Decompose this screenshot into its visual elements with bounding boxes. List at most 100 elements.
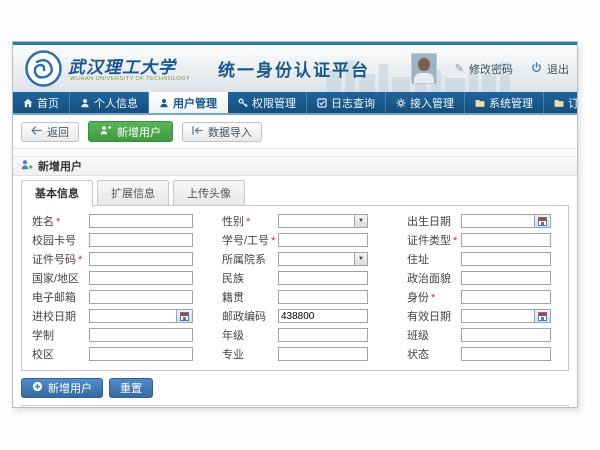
nav-item-system-management[interactable]: 系统管理 bbox=[465, 92, 544, 113]
add-user-section-icon bbox=[21, 159, 33, 173]
field-id-type: 证件类型* bbox=[407, 232, 562, 248]
id-number-input[interactable] bbox=[89, 252, 193, 266]
campus-input[interactable] bbox=[89, 347, 193, 361]
address-input[interactable] bbox=[461, 252, 551, 266]
valid-date-input[interactable] bbox=[462, 310, 534, 322]
nav-item-profile[interactable]: 个人信息 bbox=[70, 92, 149, 113]
required-asterisk: * bbox=[56, 216, 60, 228]
header: 武汉理工大学 WUHAN UNIVERSITY OF TECHNOLOGY 统一… bbox=[13, 45, 577, 92]
field-birth-date: 出生日期 bbox=[407, 213, 562, 229]
field-label: 姓名* bbox=[32, 213, 89, 229]
data-import-button[interactable]: 数据导入 bbox=[182, 122, 262, 142]
back-button[interactable]: 返回 bbox=[21, 122, 79, 142]
country-region-input[interactable] bbox=[89, 271, 193, 285]
field-id-number: 证件号码* bbox=[32, 251, 222, 267]
column-header-gender: 性别 bbox=[172, 406, 262, 409]
major-input[interactable] bbox=[278, 347, 368, 361]
nav-item-label: 用户管理 bbox=[173, 95, 217, 111]
name-input[interactable] bbox=[89, 214, 193, 228]
nav-item-subscription-management[interactable]: 订阅管理 bbox=[544, 92, 578, 113]
class-input[interactable] bbox=[461, 328, 551, 342]
change-password-link[interactable]: 修改密码 bbox=[469, 61, 513, 77]
field-label: 有效日期 bbox=[407, 308, 461, 324]
basic-info-form: 姓名* 性别* ▼ 出生日期 校园卡号 学号/工号* bbox=[21, 206, 569, 371]
required-asterisk: * bbox=[78, 254, 82, 266]
field-label: 籍贯 bbox=[222, 289, 278, 305]
form-row: 电子邮箱 籍贯 身份* bbox=[32, 289, 562, 305]
column-header-department: 所属院系 bbox=[328, 406, 540, 409]
field-name: 姓名* bbox=[32, 213, 222, 229]
add-user-toolbar-button[interactable]: 新增用户 bbox=[88, 121, 173, 142]
required-asterisk: * bbox=[453, 235, 457, 247]
field-political-status: 政治面貌 bbox=[407, 270, 562, 286]
email-input[interactable] bbox=[89, 290, 193, 304]
field-label: 电子邮箱 bbox=[32, 289, 89, 305]
ethnicity-input[interactable] bbox=[278, 271, 368, 285]
import-arrow-icon bbox=[192, 126, 203, 138]
campus-card-input[interactable] bbox=[89, 233, 193, 247]
gear-icon bbox=[396, 98, 406, 108]
form-row: 国家/地区 民族 政治面貌 bbox=[32, 270, 562, 286]
field-major: 专业 bbox=[222, 346, 407, 362]
nav-item-home[interactable]: 首页 bbox=[13, 92, 70, 113]
column-header-student-id: 学号/工号 bbox=[48, 406, 112, 409]
calendar-icon[interactable] bbox=[534, 215, 550, 227]
main-nav: 首页 个人信息 用户管理 权限管理 日志查询 bbox=[13, 92, 577, 113]
add-user-button-label: 新增用户 bbox=[117, 124, 161, 140]
calendar-icon[interactable] bbox=[176, 310, 192, 322]
reset-button-label: 重置 bbox=[120, 380, 142, 396]
entry-date-input[interactable] bbox=[90, 310, 176, 322]
form-row: 学制 年级 班级 bbox=[32, 327, 562, 343]
edit-pencil-icon: ✎ bbox=[455, 62, 464, 75]
birth-date-input[interactable] bbox=[462, 215, 534, 227]
education-length-input[interactable] bbox=[89, 328, 193, 342]
field-native-place: 籍贯 bbox=[222, 289, 407, 305]
identity-input[interactable] bbox=[461, 290, 551, 304]
id-type-input[interactable] bbox=[461, 233, 551, 247]
gender-select[interactable]: ▼ bbox=[278, 214, 368, 228]
app-window: 武汉理工大学 WUHAN UNIVERSITY OF TECHNOLOGY 统一… bbox=[12, 41, 578, 408]
form-row: 校园卡号 学号/工号* 证件类型* bbox=[32, 232, 562, 248]
field-label: 国家/地区 bbox=[32, 270, 89, 286]
field-label: 专业 bbox=[222, 346, 278, 362]
nav-item-permission-management[interactable]: 权限管理 bbox=[228, 92, 307, 113]
postal-code-input[interactable] bbox=[278, 309, 368, 323]
grade-input[interactable] bbox=[278, 328, 368, 342]
field-postal-code: 邮政编码 bbox=[222, 308, 407, 324]
political-status-input[interactable] bbox=[461, 271, 551, 285]
table-header-row: 学号/工号 姓名 性别 身份 所属院系 操作 bbox=[22, 406, 569, 409]
submit-add-user-button[interactable]: 新增用户 bbox=[21, 378, 103, 398]
logout-link[interactable]: 退出 bbox=[547, 61, 569, 77]
reset-button[interactable]: 重置 bbox=[109, 378, 153, 398]
tab-extended-info[interactable]: 扩展信息 bbox=[97, 180, 169, 205]
field-label: 出生日期 bbox=[407, 213, 461, 229]
column-header-actions: 操作 bbox=[540, 406, 569, 409]
form-row: 进校日期 邮政编码 有效日期 bbox=[32, 308, 562, 324]
user-avatar[interactable] bbox=[411, 53, 437, 84]
student-id-input[interactable] bbox=[278, 233, 368, 247]
tab-basic-info[interactable]: 基本信息 bbox=[21, 180, 93, 206]
nav-item-access-management[interactable]: 接入管理 bbox=[386, 92, 465, 113]
status-input[interactable] bbox=[461, 347, 551, 361]
tab-container: 基本信息 扩展信息 上传头像 姓名* 性别* ▼ 出生日期 bbox=[21, 180, 569, 371]
field-campus: 校区 bbox=[32, 346, 222, 362]
tab-upload-avatar[interactable]: 上传头像 bbox=[173, 180, 245, 205]
field-student-id: 学号/工号* bbox=[222, 232, 407, 248]
department-select[interactable]: ▼ bbox=[278, 252, 368, 266]
field-label: 住址 bbox=[407, 251, 461, 267]
key-icon bbox=[238, 98, 248, 108]
field-education-length: 学制 bbox=[32, 327, 222, 343]
field-label: 状态 bbox=[407, 346, 461, 362]
calendar-icon[interactable] bbox=[534, 310, 550, 322]
avatar-shoulders bbox=[414, 73, 434, 83]
field-label: 身份* bbox=[407, 289, 461, 305]
form-row: 证件号码* 所属院系 ▼ 住址 bbox=[32, 251, 562, 267]
nav-item-label: 日志查询 bbox=[331, 95, 375, 111]
native-place-input[interactable] bbox=[278, 290, 368, 304]
toolbar: 返回 新增用户 数据导入 bbox=[13, 115, 577, 148]
chevron-down-icon: ▼ bbox=[354, 215, 367, 227]
field-ethnicity: 民族 bbox=[222, 270, 407, 286]
nav-item-user-management[interactable]: 用户管理 bbox=[149, 92, 228, 113]
toolbar-separator bbox=[13, 148, 577, 149]
nav-item-log-query[interactable]: 日志查询 bbox=[307, 92, 386, 113]
